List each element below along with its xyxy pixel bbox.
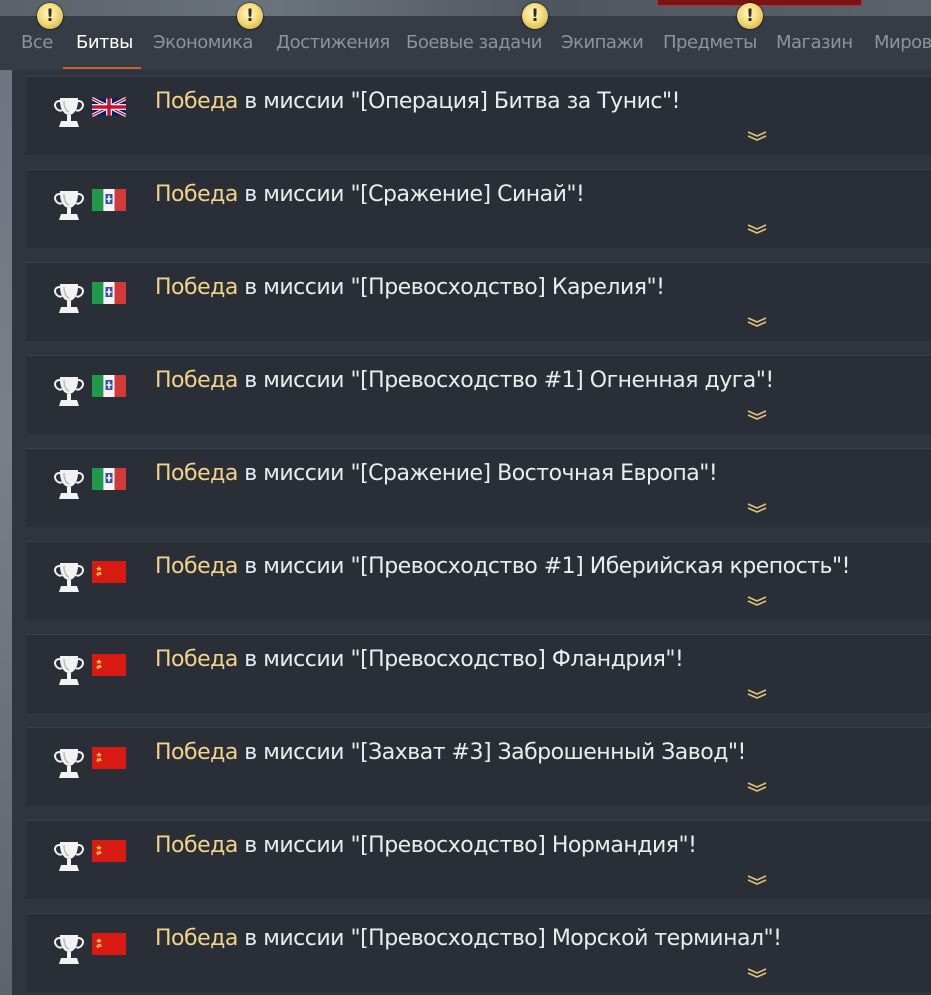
ussr-flag-icon — [92, 747, 126, 769]
chevron-double-down-icon[interactable] — [746, 871, 768, 885]
win-label: Победа — [155, 275, 238, 300]
top-red-frame — [657, 0, 862, 6]
win-label: Победа — [155, 740, 238, 765]
win-label: Победа — [155, 647, 238, 672]
mission-name: "[Операция] Битва за Тунис"! — [350, 89, 680, 114]
result-message: Победа в миссии "[Превосходство] Морской… — [155, 926, 782, 951]
tab-crews[interactable]: Экипажи — [561, 16, 644, 70]
ussr-flag-icon — [92, 654, 126, 676]
result-message: Победа в миссии "[Превосходство] Фландри… — [155, 647, 684, 672]
trophy-icon — [52, 279, 86, 317]
trophy-icon — [52, 93, 86, 131]
result-message: Победа в миссии "[Превосходство #1] Огне… — [155, 368, 774, 393]
result-message: Победа в миссии "[Сражение] Восточная Ев… — [155, 461, 718, 486]
active-tab-indicator — [63, 67, 141, 69]
battle-result-row[interactable]: Победа в миссии "[Превосходство #1] Ибер… — [26, 541, 931, 620]
exclamation-badge-icon: ! — [237, 3, 263, 29]
mission-name: "[Превосходство] Морской терминал"! — [350, 926, 782, 951]
battle-result-row[interactable]: Победа в миссии "[Сражение] Синай"! — [26, 169, 931, 248]
mission-name: "[Сражение] Восточная Европа"! — [350, 461, 718, 486]
trophy-icon — [52, 558, 86, 596]
win-label: Победа — [155, 461, 238, 486]
chevron-double-down-icon[interactable] — [746, 964, 768, 978]
mission-name: "[Превосходство] Фландрия"! — [350, 647, 684, 672]
result-message: Победа в миссии "[Операция] Битва за Тун… — [155, 89, 680, 114]
mission-name: "[Превосходство #1] Иберийская крепость"… — [350, 554, 850, 579]
battle-result-row[interactable]: Победа в миссии "[Превосходство] Норманд… — [26, 820, 931, 899]
italy-flag-icon — [92, 468, 126, 490]
exclamation-badge-icon: ! — [37, 3, 63, 29]
chevron-double-down-icon[interactable] — [746, 499, 768, 513]
exclamation-badge-icon: ! — [737, 3, 763, 29]
battle-result-row[interactable]: Победа в миссии "[Превосходство #1] Огне… — [26, 355, 931, 434]
mission-prefix: в миссии — [237, 275, 351, 300]
mission-prefix: в миссии — [237, 182, 351, 207]
tab-achievements[interactable]: Достижения — [276, 16, 390, 70]
result-message: Победа в миссии "[Превосходство] Норманд… — [155, 833, 697, 858]
chevron-double-down-icon[interactable] — [746, 313, 768, 327]
mission-prefix: в миссии — [237, 647, 351, 672]
trophy-icon — [52, 186, 86, 224]
battle-result-row[interactable]: Победа в миссии "[Превосходство] Карелия… — [26, 262, 931, 341]
ussr-flag-icon — [92, 561, 126, 583]
win-label: Победа — [155, 926, 238, 951]
ussr-flag-icon — [92, 933, 126, 955]
result-message: Победа в миссии "[Сражение] Синай"! — [155, 182, 585, 207]
chevron-double-down-icon[interactable] — [746, 685, 768, 699]
battle-result-row[interactable]: Победа в миссии "[Превосходство] Морской… — [26, 913, 931, 992]
trophy-icon — [52, 930, 86, 968]
chevron-double-down-icon[interactable] — [746, 592, 768, 606]
mission-name: "[Превосходство #1] Огненная дуга"! — [350, 368, 774, 393]
chevron-double-down-icon[interactable] — [746, 127, 768, 141]
mission-name: "[Превосходство] Карелия"! — [350, 275, 665, 300]
trophy-icon — [52, 372, 86, 410]
mission-name: "[Захват #3] Заброшенный Завод"! — [350, 740, 746, 765]
background-left-edge — [0, 60, 12, 995]
mission-prefix: в миссии — [237, 368, 351, 393]
mission-name: "[Превосходство] Нормандия"! — [350, 833, 697, 858]
win-label: Победа — [155, 554, 238, 579]
tab-shop[interactable]: Магазин — [776, 16, 853, 70]
italy-flag-icon — [92, 189, 126, 211]
result-message: Победа в миссии "[Превосходство #1] Ибер… — [155, 554, 850, 579]
trophy-icon — [52, 651, 86, 689]
result-message: Победа в миссии "[Превосходство] Карелия… — [155, 275, 665, 300]
tab-economy[interactable]: Экономика — [153, 16, 253, 70]
game-notifications-screen: Все Битвы Экономика Достижения Боевые за… — [0, 0, 931, 995]
win-label: Победа — [155, 89, 238, 114]
battle-result-row[interactable]: Победа в миссии "[Превосходство] Фландри… — [26, 634, 931, 713]
result-message: Победа в миссии "[Захват #3] Заброшенный… — [155, 740, 746, 765]
trophy-icon — [52, 837, 86, 875]
win-label: Победа — [155, 182, 238, 207]
mission-prefix: в миссии — [237, 89, 351, 114]
mission-name: "[Сражение] Синай"! — [350, 182, 585, 207]
trophy-icon — [52, 744, 86, 782]
trophy-icon — [52, 465, 86, 503]
ussr-flag-icon — [92, 840, 126, 862]
win-label: Победа — [155, 833, 238, 858]
mission-prefix: в миссии — [237, 926, 351, 951]
mission-prefix: в миссии — [237, 461, 351, 486]
mission-prefix: в миссии — [237, 833, 351, 858]
exclamation-badge-icon: ! — [522, 3, 548, 29]
italy-flag-icon — [92, 375, 126, 397]
battle-result-row[interactable]: Победа в миссии "[Сражение] Восточная Ев… — [26, 448, 931, 527]
tab-battles[interactable]: Битвы — [76, 16, 133, 70]
mission-prefix: в миссии — [237, 740, 351, 765]
chevron-double-down-icon[interactable] — [746, 778, 768, 792]
chevron-double-down-icon[interactable] — [746, 220, 768, 234]
tab-world[interactable]: Миров — [874, 16, 931, 70]
chevron-double-down-icon[interactable] — [746, 406, 768, 420]
mission-prefix: в миссии — [237, 554, 351, 579]
battle-result-row[interactable]: Победа в миссии "[Захват #3] Заброшенный… — [26, 727, 931, 806]
italy-flag-icon — [92, 282, 126, 304]
win-label: Победа — [155, 368, 238, 393]
uk-flag-icon — [92, 96, 126, 118]
tab-battle-tasks[interactable]: Боевые задачи — [406, 16, 542, 70]
battle-result-row[interactable]: Победа в миссии "[Операция] Битва за Тун… — [26, 76, 931, 155]
